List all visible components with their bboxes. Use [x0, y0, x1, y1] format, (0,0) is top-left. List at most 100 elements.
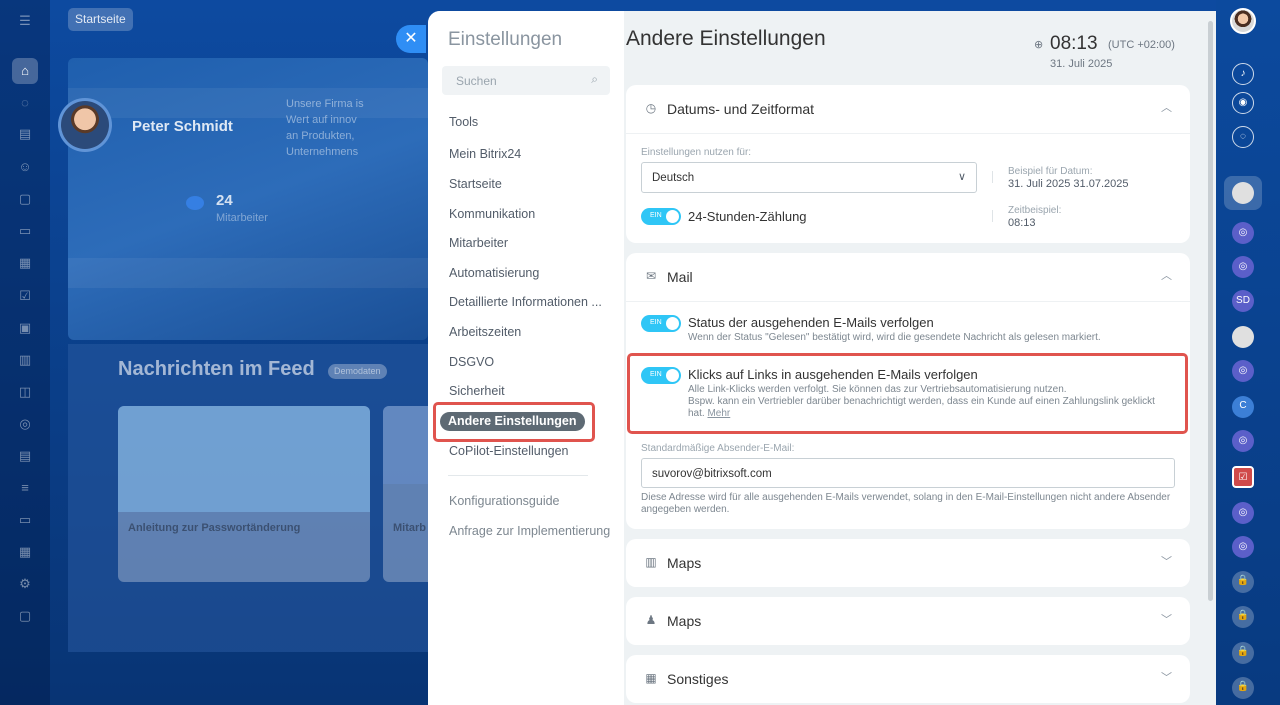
- profile-description: Unsere Firma is Wert auf innov an Produk…: [286, 98, 364, 158]
- hours24-label: 24-Stunden-Zählung: [688, 209, 807, 224]
- home-icon[interactable]: ⌂: [12, 58, 38, 84]
- employee-count: 24: [216, 192, 233, 209]
- chevron-down-icon: ∨: [957, 171, 966, 183]
- chart-icon[interactable]: ▥: [15, 350, 35, 370]
- maps-panel-header[interactable]: ▥ Maps ﹀: [626, 539, 1190, 587]
- nav-item-automatisierung[interactable]: Automatisierung: [449, 266, 539, 280]
- document-icon[interactable]: ▢: [15, 189, 35, 209]
- menu-icon[interactable]: ☰: [15, 11, 35, 31]
- copilot-icon[interactable]: ◉: [1232, 92, 1254, 114]
- datetime-panel-header[interactable]: ◷ Datums- und Zeitformat ︿: [626, 85, 1190, 133]
- chat-avatar-icon[interactable]: ◎: [1232, 502, 1254, 524]
- sender-email-input[interactable]: suvorov@bitrixsoft.com: [641, 458, 1175, 488]
- card-image: [383, 406, 428, 484]
- calendar-icon[interactable]: ▢: [15, 606, 35, 626]
- filter-icon[interactable]: ≡: [15, 478, 35, 498]
- feed-card[interactable]: Mitarb: [383, 406, 428, 582]
- nav-item-kommunikation[interactable]: Kommunikation: [449, 207, 535, 221]
- scrollbar[interactable]: [1208, 21, 1213, 601]
- nav-item-copilot[interactable]: CoPilot-Einstellungen: [449, 444, 569, 458]
- sonstiges-panel-header[interactable]: ▦ Sonstiges ﹀: [626, 655, 1190, 703]
- mail-panel-header[interactable]: ✉ Mail ︿: [626, 253, 1190, 301]
- contacts-icon[interactable]: ☺: [15, 157, 35, 177]
- search-chat-icon[interactable]: ◌: [1232, 126, 1254, 148]
- grid-icon: ▦: [645, 671, 657, 685]
- drive-icon[interactable]: ▭: [15, 221, 35, 241]
- track-status-desc: Wenn der Status "Gelesen" bestätigt wird…: [688, 332, 1101, 343]
- contact-avatar[interactable]: [1232, 326, 1254, 348]
- maps-panel-2[interactable]: ♟ Maps ﹀: [626, 597, 1190, 645]
- feed-icon[interactable]: ◌: [15, 93, 35, 113]
- sender-label: Standardmäßige Absender-E-Mail:: [641, 443, 795, 454]
- chevron-up-icon[interactable]: ︿: [1161, 99, 1172, 115]
- profile-hero: [68, 58, 428, 340]
- nav-item-sicherheit[interactable]: Sicherheit: [449, 384, 505, 398]
- feed-card[interactable]: Anleitung zur Passwortänderung: [118, 406, 370, 582]
- map-filter-icon: ▥: [645, 555, 657, 569]
- card-image: [118, 406, 370, 512]
- highlight-box: [627, 353, 1188, 434]
- panel-title: Sonstiges: [667, 671, 729, 687]
- chevron-down-icon[interactable]: ﹀: [1161, 553, 1172, 569]
- board-icon[interactable]: ▦: [15, 253, 35, 273]
- settings-icon[interactable]: ⚙: [15, 574, 35, 594]
- chat-avatar-icon[interactable]: ◎: [1232, 430, 1254, 452]
- nav-item-arbeitszeiten[interactable]: Arbeitszeiten: [449, 325, 521, 339]
- nav-item-mitarbeiter[interactable]: Mitarbeiter: [449, 236, 508, 250]
- nav-item-dsgvo[interactable]: DSGVO: [449, 355, 494, 369]
- close-icon: ✕: [404, 30, 418, 47]
- lock-icon[interactable]: 🔒: [1232, 677, 1254, 699]
- nav-item-detaillierte-informationen[interactable]: Detaillierte Informationen ...: [449, 295, 602, 309]
- grid-icon[interactable]: ▦: [15, 542, 35, 562]
- employee-label: Mitarbeiter: [216, 212, 268, 224]
- panel-title: Maps: [667, 555, 702, 571]
- chevron-down-icon[interactable]: ﹀: [1161, 611, 1172, 627]
- datetime-panel: ◷ Datums- und Zeitformat ︿ Einstellungen…: [626, 85, 1190, 243]
- chat-avatar-icon[interactable]: ◎: [1232, 256, 1254, 278]
- language-value: Deutsch: [652, 172, 695, 184]
- lock-icon[interactable]: 🔒: [1232, 606, 1254, 628]
- chat-avatar-icon[interactable]: ◎: [1232, 360, 1254, 382]
- track-status-toggle[interactable]: EIN: [641, 315, 681, 332]
- monitor-icon[interactable]: ▭: [15, 510, 35, 530]
- maps-panel[interactable]: ▥ Maps ﹀: [626, 539, 1190, 587]
- user-avatar[interactable]: [1230, 8, 1256, 34]
- hours24-toggle[interactable]: EIN: [641, 208, 681, 225]
- language-select[interactable]: Deutsch ∨: [641, 162, 977, 193]
- nav-item-mein-bitrix24[interactable]: Mein Bitrix24: [449, 147, 521, 161]
- sonstiges-panel[interactable]: ▦ Sonstiges ﹀: [626, 655, 1190, 703]
- nav-item-startseite[interactable]: Startseite: [449, 177, 502, 191]
- cart-icon[interactable]: ◫: [15, 382, 35, 402]
- search-placeholder: Suchen: [456, 74, 497, 88]
- chevron-down-icon[interactable]: ﹀: [1161, 669, 1172, 685]
- breadcrumb-startseite[interactable]: Startseite: [68, 8, 133, 31]
- bell-icon[interactable]: ♪: [1232, 63, 1254, 85]
- panel-title: Datums- und Zeitformat: [667, 101, 815, 117]
- chat-avatar-sd[interactable]: SD: [1232, 290, 1254, 312]
- lock-icon[interactable]: 🔒: [1232, 642, 1254, 664]
- maps-panel-header[interactable]: ♟ Maps ﹀: [626, 597, 1190, 645]
- card-title: Anleitung zur Passwortänderung: [128, 522, 301, 534]
- check-icon[interactable]: ☑: [15, 286, 35, 306]
- search-input[interactable]: Suchen ⌕: [442, 66, 610, 95]
- settings-nav: Einstellungen Suchen ⌕ Tools Mein Bitrix…: [428, 11, 624, 705]
- close-slider-button[interactable]: ✕: [396, 25, 426, 53]
- chat-icon[interactable]: ▣: [15, 318, 35, 338]
- nav-item-anfrage[interactable]: Anfrage zur Implementierung: [449, 524, 610, 538]
- contact-avatar[interactable]: [1232, 182, 1254, 204]
- time-example-label: Zeitbeispiel:: [1008, 205, 1062, 216]
- card-title: Mitarb: [393, 522, 426, 534]
- chat-avatar-c[interactable]: C: [1232, 396, 1254, 418]
- sites-icon[interactable]: ▤: [15, 446, 35, 466]
- profile-name: Peter Schmidt: [132, 118, 233, 135]
- task-icon[interactable]: ☑: [1232, 466, 1254, 488]
- chat-avatar-icon[interactable]: ◎: [1232, 222, 1254, 244]
- chat-avatar-icon[interactable]: ◎: [1232, 536, 1254, 558]
- chevron-up-icon[interactable]: ︿: [1161, 267, 1172, 283]
- tasks-icon[interactable]: ▤: [15, 124, 35, 144]
- clock-time: 08:13: [1050, 33, 1098, 54]
- nav-item-konfigurationsguide[interactable]: Konfigurationsguide: [449, 494, 560, 508]
- nav-item-tools[interactable]: Tools: [449, 115, 478, 129]
- lock-icon[interactable]: 🔒: [1232, 571, 1254, 593]
- target-icon[interactable]: ◎: [15, 414, 35, 434]
